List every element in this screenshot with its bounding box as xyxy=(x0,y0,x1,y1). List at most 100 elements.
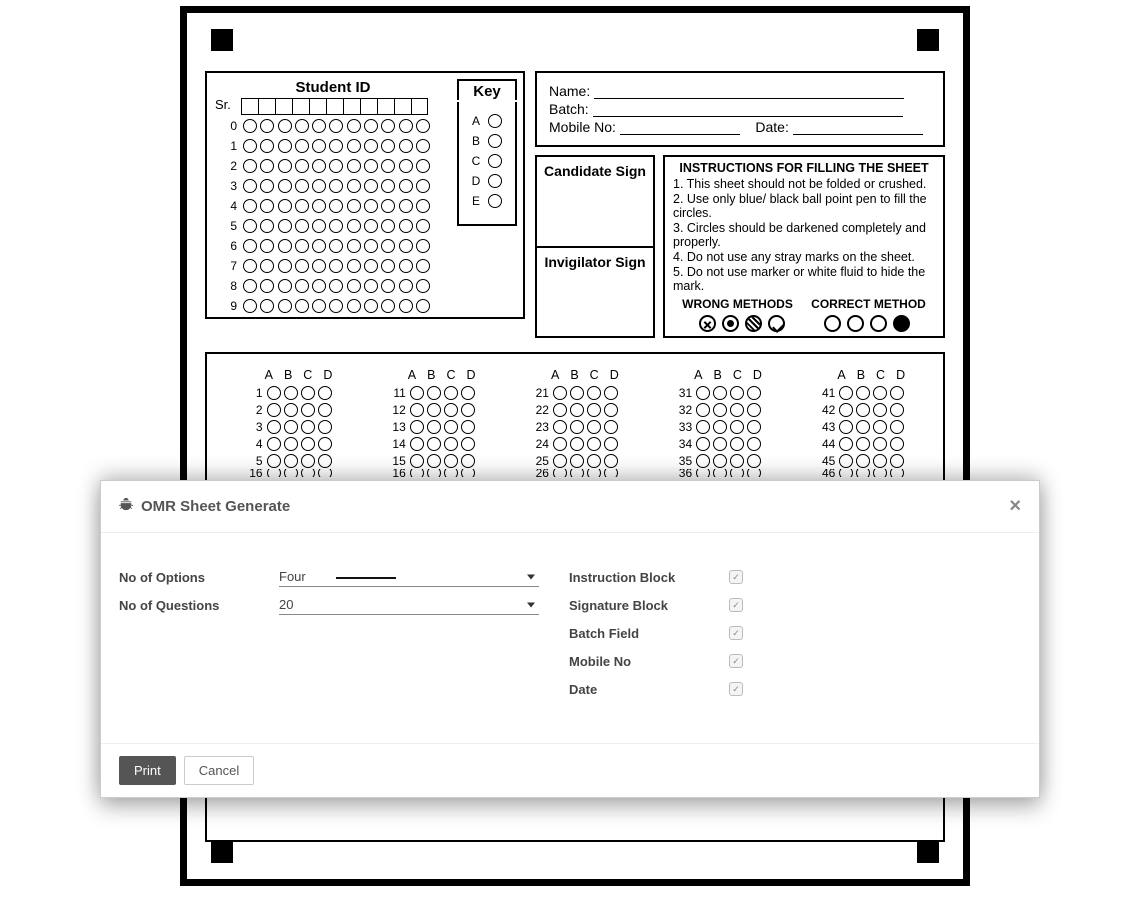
instruction-line: 2. Use only blue/ black ball point pen t… xyxy=(673,192,935,220)
answer-row: 31 xyxy=(672,384,764,401)
id-bubble xyxy=(278,179,292,193)
id-cell xyxy=(411,98,428,115)
answer-bubble xyxy=(267,454,281,468)
question-number: 1 xyxy=(243,386,263,400)
id-bubble xyxy=(381,119,395,133)
batch-label: Batch: xyxy=(549,101,589,117)
batch-field-checkbox[interactable]: ✓ xyxy=(729,626,743,640)
answer-bubble xyxy=(890,437,904,451)
answer-bubble xyxy=(747,420,761,434)
question-number: 25 xyxy=(529,454,549,468)
dialog-title: OMR Sheet Generate xyxy=(141,498,290,515)
options-select[interactable]: Four xyxy=(279,567,539,587)
date-checkbox[interactable]: ✓ xyxy=(729,682,743,696)
answer-bubble xyxy=(696,437,710,451)
id-bubble xyxy=(381,199,395,213)
answer-bubble xyxy=(696,420,710,434)
answer-bubble xyxy=(427,437,441,451)
key-option-label: D xyxy=(472,174,481,188)
answer-bubble xyxy=(427,386,441,400)
id-bubble xyxy=(243,119,257,133)
id-bubble xyxy=(295,199,309,213)
answer-bubble xyxy=(267,386,281,400)
id-bubble xyxy=(381,219,395,233)
id-bubble xyxy=(416,259,430,273)
print-button[interactable]: Print xyxy=(119,756,176,785)
signature-box: Candidate Sign Invigilator Sign xyxy=(535,155,655,338)
answer-bubble xyxy=(301,454,315,468)
answer-row: 43 xyxy=(815,418,907,435)
answer-bubble xyxy=(461,403,475,417)
instructions-title: INSTRUCTIONS FOR FILLING THE SHEET xyxy=(673,161,935,175)
signature-block-label: Signature Block xyxy=(569,591,719,619)
id-bubble xyxy=(364,259,378,273)
answer-row: 45 xyxy=(815,452,907,469)
answer-row: 13 xyxy=(386,418,478,435)
answer-header: ABCD xyxy=(408,368,478,382)
question-number: 23 xyxy=(529,420,549,434)
id-row: 7 xyxy=(223,257,519,275)
questions-select[interactable]: 20 xyxy=(279,595,539,615)
id-bubble xyxy=(329,179,343,193)
id-bubble xyxy=(329,119,343,133)
close-button[interactable]: × xyxy=(1009,495,1021,518)
question-number: 12 xyxy=(386,403,406,417)
signature-block-checkbox[interactable]: ✓ xyxy=(729,598,743,612)
id-bubble xyxy=(416,239,430,253)
answer-bubble xyxy=(461,420,475,434)
key-option-label: A xyxy=(472,114,480,128)
answer-row: 21 xyxy=(529,384,621,401)
answer-bubble xyxy=(444,454,458,468)
answer-bubble xyxy=(427,403,441,417)
answer-bubble xyxy=(570,437,584,451)
id-bubble xyxy=(364,159,378,173)
id-bubble xyxy=(416,119,430,133)
id-bubble xyxy=(278,219,292,233)
mobile-no-checkbox[interactable]: ✓ xyxy=(729,654,743,668)
answer-bubble xyxy=(587,420,601,434)
id-bubble xyxy=(312,119,326,133)
instruction-block-checkbox[interactable]: ✓ xyxy=(729,570,743,584)
id-bubble xyxy=(295,139,309,153)
answer-bubble xyxy=(570,386,584,400)
answer-header: ABCD xyxy=(265,368,335,382)
key-bubble xyxy=(488,154,502,168)
answer-bubble xyxy=(587,454,601,468)
id-bubble xyxy=(278,199,292,213)
row-digit: 7 xyxy=(223,259,237,273)
id-bubble xyxy=(260,239,274,253)
instruction-line: 5. Do not use marker or white fluid to h… xyxy=(673,265,935,293)
alignment-marker xyxy=(917,841,939,863)
answer-bubble xyxy=(461,386,475,400)
id-bubble xyxy=(243,219,257,233)
answer-bubble xyxy=(461,437,475,451)
id-bubble xyxy=(381,139,395,153)
answer-bubble xyxy=(839,420,853,434)
id-bubble xyxy=(278,119,292,133)
answer-row: 1 xyxy=(243,384,335,401)
id-bubble xyxy=(312,139,326,153)
student-id-label: Student ID xyxy=(211,79,455,96)
answer-bubble xyxy=(284,454,298,468)
cancel-button[interactable]: Cancel xyxy=(184,756,254,785)
answer-bubble xyxy=(410,403,424,417)
answer-bubble xyxy=(444,420,458,434)
answer-bubble xyxy=(890,420,904,434)
answer-bubble xyxy=(696,454,710,468)
id-bubble xyxy=(329,299,343,313)
id-bubble xyxy=(347,119,361,133)
correct-empty-icon xyxy=(847,315,864,332)
answer-column: ABCD111213141516 xyxy=(386,368,478,477)
id-bubble xyxy=(416,179,430,193)
bug-icon xyxy=(119,497,133,516)
id-bubble xyxy=(416,199,430,213)
id-bubble xyxy=(381,239,395,253)
answer-row: 33 xyxy=(672,418,764,435)
id-bubble xyxy=(312,259,326,273)
answer-bubble xyxy=(713,454,727,468)
answer-row: 22 xyxy=(529,401,621,418)
id-bubble xyxy=(364,219,378,233)
wrong-cross-icon xyxy=(699,315,716,332)
id-bubble xyxy=(243,239,257,253)
id-cell xyxy=(360,98,377,115)
